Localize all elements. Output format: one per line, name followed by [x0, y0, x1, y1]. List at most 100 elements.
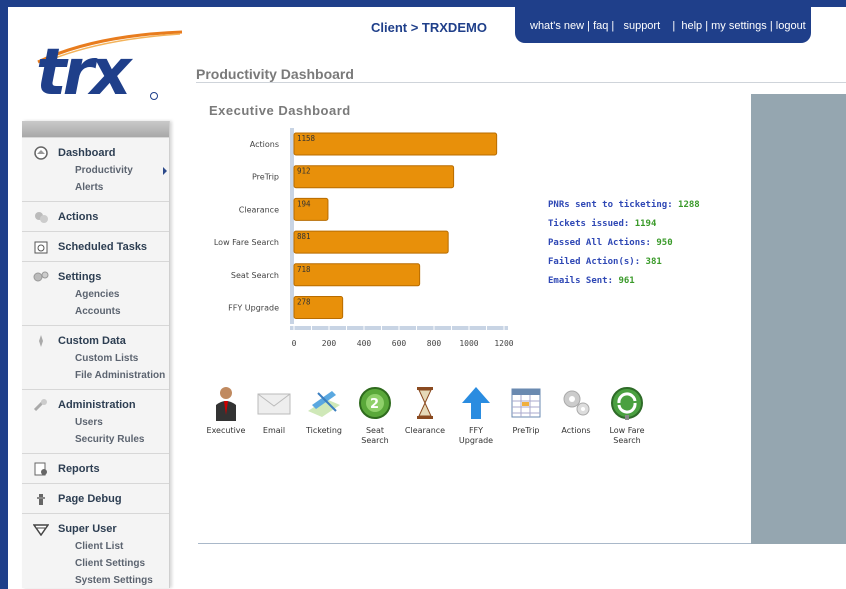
category-label: Low Fare Search: [214, 238, 279, 247]
category-label: Clearance: [239, 205, 279, 214]
nav-support[interactable]: support: [623, 20, 660, 32]
stat-row: PNRs sent to ticketing: 1288: [548, 200, 700, 210]
content-bottom-divider: [198, 543, 751, 544]
ticketing-icon: [306, 385, 342, 421]
nav-logout[interactable]: logout: [776, 20, 806, 32]
sidebar-subitem-file-administration[interactable]: File Administration: [22, 367, 169, 384]
sidebar-item-custom-data[interactable]: Custom Data: [22, 332, 169, 350]
stats-panel: PNRs sent to ticketing: 1288 Tickets iss…: [548, 196, 700, 291]
quicklink-actions[interactable]: Actions: [551, 385, 601, 436]
actions-icon: [32, 209, 50, 225]
sidebar-subitem-agencies[interactable]: Agencies: [22, 286, 169, 303]
x-tick-label: 600: [392, 339, 407, 348]
category-label: Seat Search: [231, 271, 279, 280]
settings-icon: [32, 269, 50, 285]
sidebar-item-page-debug[interactable]: Page Debug: [22, 490, 169, 508]
bar-value-label: 912: [297, 167, 311, 176]
nav-help[interactable]: help: [681, 20, 702, 32]
sidebar-section-actions: Actions: [22, 201, 169, 231]
sidebar-section-dashboard: Dashboard Productivity Alerts: [22, 137, 169, 201]
custom-data-icon: [32, 333, 50, 349]
category-label: PreTrip: [252, 173, 279, 182]
x-tick-label: 1000: [459, 339, 478, 348]
page-title: Productivity Dashboard: [196, 66, 354, 82]
chart-bar: [293, 263, 421, 287]
category-label: Actions: [250, 140, 279, 149]
sidebar-subitem-custom-lists[interactable]: Custom Lists: [22, 350, 169, 367]
sidebar-subitem-accounts[interactable]: Accounts: [22, 303, 169, 320]
chart-bar: [293, 132, 498, 156]
sidebar-section-administration: Administration Users Security Rules: [22, 389, 169, 453]
bar-value-label: 278: [297, 298, 311, 307]
sidebar-subitem-system-settings[interactable]: System Settings: [22, 572, 169, 589]
sidebar-subitem-alerts[interactable]: Alerts: [22, 179, 169, 196]
actions-bar-chart: 1158 Actions 912 PreTrip 194 Clearance 881 Low …: [214, 128, 514, 348]
sidebar-subitem-client-settings[interactable]: Client Settings: [22, 555, 169, 572]
stat-row: Emails Sent: 961: [548, 276, 635, 286]
sidebar-header: [22, 121, 169, 137]
category-label: FFY Upgrade: [228, 304, 279, 313]
client-label: Client > TRXDEMO: [371, 20, 487, 35]
x-tick-label: 400: [357, 339, 372, 348]
quicklink-ticketing[interactable]: Ticketing: [299, 385, 349, 436]
sidebar-item-super-user[interactable]: Super User: [22, 520, 169, 538]
sidebar-section-settings: Settings Agencies Accounts: [22, 261, 169, 325]
sidebar-subitem-client-list[interactable]: Client List: [22, 538, 169, 555]
x-tick-label: 800: [427, 339, 442, 348]
clearance-icon: [407, 385, 443, 421]
logo-text: trx: [36, 36, 133, 110]
sidebar-subitem-security-rules[interactable]: Security Rules: [22, 431, 169, 448]
quicklink-email[interactable]: Email: [249, 385, 299, 436]
svg-text:2: 2: [370, 397, 379, 412]
sidebar-item-reports[interactable]: Reports: [22, 460, 169, 478]
scheduled-tasks-icon: [32, 239, 50, 255]
quicklink-clearance[interactable]: Clearance: [400, 385, 450, 436]
x-tick-label: 1200: [494, 339, 513, 348]
x-tick-label: 0: [292, 339, 297, 348]
sidebar-item-scheduled-tasks[interactable]: Scheduled Tasks: [22, 238, 169, 256]
right-panel: [751, 94, 846, 544]
nav-my-settings[interactable]: my settings: [711, 20, 767, 32]
quicklink-low-fare-search[interactable]: Low Fare Search: [602, 385, 652, 446]
low-fare-search-icon: [609, 385, 645, 421]
actions-icon: [558, 385, 594, 421]
top-nav: what's new | faq | support | help | my s…: [515, 7, 811, 43]
x-tick-label: 200: [322, 339, 337, 348]
page: Client > TRXDEMO what's new | faq | supp…: [0, 0, 846, 589]
executive-icon: [208, 385, 244, 421]
trx-logo[interactable]: trx: [30, 22, 190, 112]
quicklink-ffy-upgrade[interactable]: FFY Upgrade: [451, 385, 501, 446]
stat-row: Tickets issued: 1194: [548, 219, 657, 229]
pretrip-icon: [508, 385, 544, 421]
quicklink-executive[interactable]: Executive: [201, 385, 251, 436]
quicklink-seat-search[interactable]: 2 Seat Search: [350, 385, 400, 446]
sidebar-subitem-productivity[interactable]: Productivity: [22, 162, 169, 179]
super-user-icon: [32, 521, 50, 537]
sidebar: Dashboard Productivity Alerts Actions Sc…: [22, 121, 170, 588]
sidebar-item-administration[interactable]: Administration: [22, 396, 169, 414]
y-axis: [290, 128, 294, 324]
sidebar-section-super-user: Super User Client List Client Settings S…: [22, 513, 169, 589]
nav-whats-new[interactable]: what's new: [530, 20, 584, 32]
sidebar-subitem-users[interactable]: Users: [22, 414, 169, 431]
sidebar-item-actions[interactable]: Actions: [22, 208, 169, 226]
left-border: [0, 0, 8, 589]
chart-bar: [293, 230, 449, 254]
administration-icon: [32, 397, 50, 413]
reports-icon: [32, 461, 50, 477]
sidebar-section-page-debug: Page Debug: [22, 483, 169, 513]
bar-value-label: 194: [297, 199, 311, 208]
ffy-upgrade-icon: [458, 385, 494, 421]
sidebar-item-dashboard[interactable]: Dashboard: [22, 144, 169, 162]
sidebar-item-settings[interactable]: Settings: [22, 268, 169, 286]
top-border: [8, 0, 846, 7]
chart-bar: [293, 165, 455, 189]
nav-faq[interactable]: faq: [593, 20, 608, 32]
quicklink-pretrip[interactable]: PreTrip: [501, 385, 551, 436]
bar-value-label: 1158: [297, 134, 316, 143]
sidebar-section-custom-data: Custom Data Custom Lists File Administra…: [22, 325, 169, 389]
dashboard-icon: [32, 145, 50, 161]
email-icon: [256, 385, 292, 421]
title-divider: [196, 82, 846, 83]
seat-search-icon: 2: [357, 385, 393, 421]
